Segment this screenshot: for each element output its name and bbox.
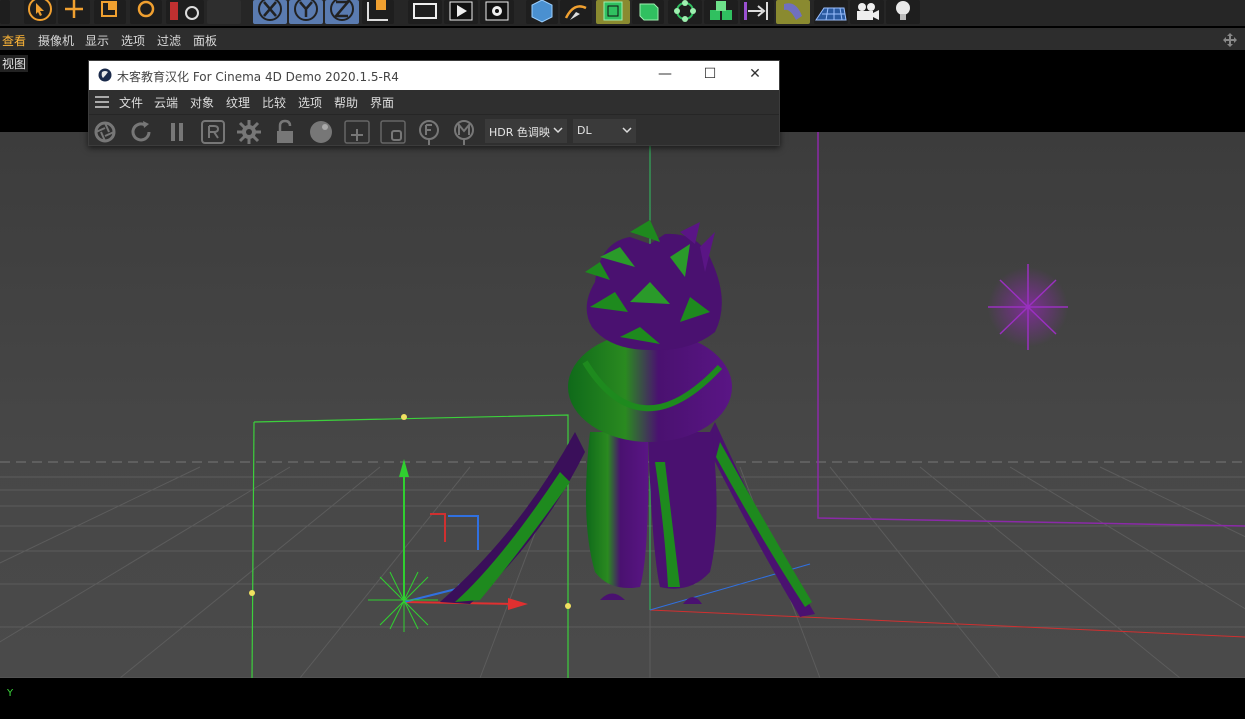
render-toolbar: HDR 色调映 DL	[89, 114, 779, 145]
lock-y-icon[interactable]	[289, 0, 323, 24]
menu-panel[interactable]: 面板	[193, 32, 217, 49]
menu-display[interactable]: 显示	[85, 32, 109, 49]
gear-icon[interactable]	[235, 119, 263, 145]
hdr-tonemap-select[interactable]: HDR 色调映	[485, 119, 567, 143]
menu-camera[interactable]: 摄像机	[38, 32, 74, 49]
menu-filter[interactable]: 过滤	[157, 32, 181, 49]
dl-select-value: DL	[577, 124, 592, 137]
viewport-bottom	[0, 678, 1245, 719]
mograph-cloner-icon[interactable]	[704, 0, 738, 24]
move-tool-icon[interactable]	[58, 0, 90, 24]
scene-render[interactable]	[0, 132, 1245, 678]
render-window[interactable]: 木客教育汉化 For Cinema 4D Demo 2020.1.5-R4 — …	[88, 60, 780, 146]
window-menubar: 文件 云端 对象 纹理 比较 选项 帮助 界面	[89, 90, 779, 114]
view-axis-y-label: Y	[7, 688, 14, 699]
lock-z-icon[interactable]	[325, 0, 359, 24]
main-toolbar	[0, 0, 1245, 26]
light-icon[interactable]	[886, 0, 920, 24]
f-pin-icon[interactable]	[415, 119, 443, 145]
toolbar-edge	[0, 0, 10, 24]
close-button[interactable]: ✕	[733, 61, 777, 90]
window-titlebar[interactable]: 木客教育汉化 For Cinema 4D Demo 2020.1.5-R4 — …	[89, 61, 779, 90]
pen-icon[interactable]	[560, 0, 592, 24]
window-title: 木客教育汉化 For Cinema 4D Demo 2020.1.5-R4	[117, 70, 399, 84]
coordinate-system-icon[interactable]	[362, 0, 394, 24]
pause-icon[interactable]	[163, 119, 191, 145]
dl-select[interactable]: DL	[573, 119, 636, 143]
subdivision-generator-icon[interactable]	[596, 0, 630, 24]
render-view-icon[interactable]	[444, 0, 478, 24]
menu-cloud[interactable]: 云端	[154, 94, 178, 111]
viewport-label: 视图	[0, 55, 29, 72]
spline-deformer-icon[interactable]	[776, 0, 810, 24]
cinema4d-logo-icon	[98, 68, 112, 82]
chevron-down-icon	[553, 127, 563, 134]
chevron-down-icon	[622, 127, 632, 134]
floor-icon[interactable]	[814, 0, 848, 24]
lock-x-icon[interactable]	[253, 0, 287, 24]
viewport-menubar: 查看 摄像机 显示 选项 过滤 面板	[0, 28, 1245, 50]
scale-tool-icon[interactable]	[94, 0, 126, 24]
toolbar-spacer	[207, 0, 241, 24]
rotate-tool-icon[interactable]	[130, 0, 162, 24]
maximize-button[interactable]: ☐	[688, 61, 732, 90]
recent-tools-icon[interactable]	[166, 0, 204, 24]
cube-icon[interactable]	[526, 0, 558, 24]
menu-object[interactable]: 对象	[190, 94, 214, 111]
refresh-icon[interactable]	[127, 119, 155, 145]
minimize-button[interactable]: —	[643, 61, 687, 90]
m-pin-icon[interactable]	[450, 119, 478, 145]
sphere-icon[interactable]	[307, 119, 335, 145]
menu-texture[interactable]: 纹理	[226, 94, 250, 111]
menu-options[interactable]: 选项	[121, 32, 145, 49]
app-root: 查看 摄像机 显示 选项 过滤 面板 视图 Y 木客教育汉化 For Cinem…	[0, 0, 1245, 719]
extrude-icon[interactable]	[632, 0, 664, 24]
menu-compare[interactable]: 比较	[262, 94, 286, 111]
hamburger-icon[interactable]	[95, 96, 109, 108]
menu-interface[interactable]: 界面	[370, 94, 394, 111]
move-view-icon[interactable]	[1223, 33, 1237, 47]
render-region-icon[interactable]	[408, 0, 442, 24]
cursor-tool-icon[interactable]	[24, 0, 56, 24]
square-icon[interactable]	[379, 119, 407, 145]
menu-win-options[interactable]: 选项	[298, 94, 322, 111]
plus-square-icon[interactable]	[343, 119, 371, 145]
menu-help[interactable]: 帮助	[334, 94, 358, 111]
menu-view[interactable]: 查看	[2, 32, 26, 49]
aperture-icon[interactable]	[91, 119, 119, 145]
menu-file[interactable]: 文件	[119, 94, 143, 111]
unlock-icon[interactable]	[271, 119, 299, 145]
deformer-icon[interactable]	[740, 0, 774, 24]
hdr-select-value: HDR 色调映	[489, 126, 550, 139]
render-settings-icon[interactable]	[480, 0, 514, 24]
array-icon[interactable]	[668, 0, 702, 24]
r-icon[interactable]	[199, 119, 227, 145]
camera-icon[interactable]	[850, 0, 884, 24]
